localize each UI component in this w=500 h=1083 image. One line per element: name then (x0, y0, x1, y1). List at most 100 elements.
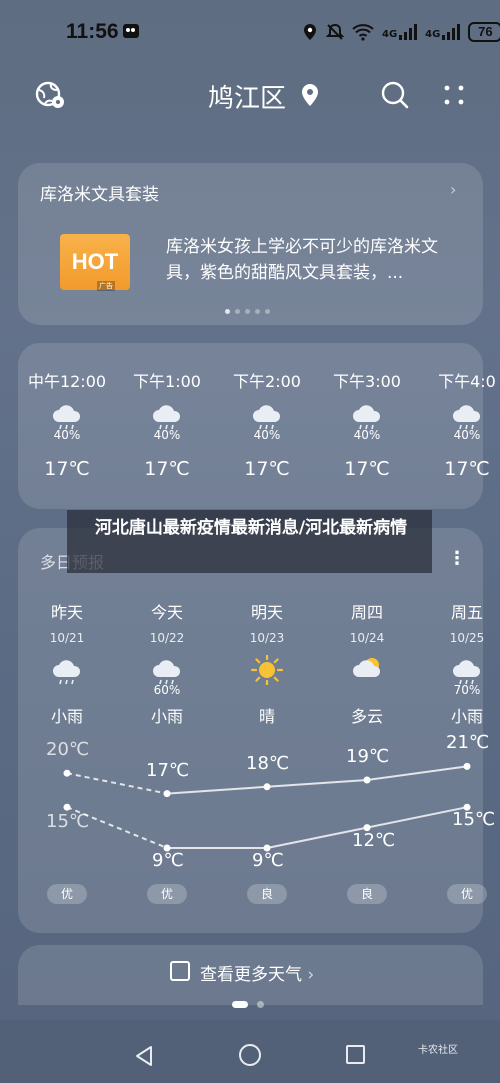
chevron-right-icon[interactable]: › (450, 180, 456, 199)
aqi-badge: 优 (447, 884, 487, 904)
cloud-rain-icon (353, 405, 381, 430)
wifi-icon (352, 24, 374, 41)
low-temp-label: 15℃ (46, 811, 90, 833)
cloud-rain-icon (453, 405, 481, 430)
location-pin-icon[interactable] (298, 82, 322, 108)
wechat-icon (123, 24, 139, 38)
daily-item[interactable]: 周四 10/24 多云 (317, 599, 417, 727)
day-precip: 70% (453, 683, 481, 697)
ad-image[interactable]: HOT (60, 234, 130, 290)
hour-time: 下午2:00 (233, 372, 301, 391)
day-name: 昨天 (50, 603, 83, 622)
day-date: 10/24 (349, 631, 385, 645)
battery-indicator: 76 (468, 22, 500, 42)
cloud-rain-icon (53, 660, 81, 685)
hour-temp: 17℃ (444, 458, 490, 480)
hour-time: 下午3:00 (333, 372, 401, 391)
day-date: 10/25 (449, 631, 485, 645)
day-condition: 晴 (258, 707, 275, 726)
day-weather (417, 655, 500, 685)
day-precip (17, 683, 117, 697)
city-name[interactable]: 鸠江区 (208, 78, 286, 115)
hour-precip: 40% (453, 428, 481, 442)
signal-bars-icon (399, 24, 418, 40)
hour-weather (317, 400, 417, 430)
hour-temp: 17℃ (344, 458, 390, 480)
cloud-rain-icon (153, 405, 181, 430)
day-condition: 小雨 (150, 707, 183, 726)
home-icon[interactable] (239, 1044, 261, 1066)
hourly-item: 下午2:00 40% 17℃ (217, 368, 317, 480)
hour-weather (17, 400, 117, 430)
hour-temp: 17℃ (144, 458, 190, 480)
status-time: 11:56 (66, 20, 119, 43)
back-icon[interactable] (133, 1045, 155, 1067)
daily-item[interactable]: 昨天 10/21 小雨 (17, 599, 117, 727)
daily-more-icon[interactable]: ⋮ (448, 548, 466, 569)
more-weather-link[interactable]: 查看更多天气 › (200, 960, 314, 985)
low-temp-label: 9℃ (252, 850, 284, 871)
hourly-item: 下午4:0 40% 17℃ (417, 368, 500, 480)
aqi-badge: 良 (347, 884, 387, 904)
day-condition: 小雨 (50, 707, 83, 726)
hour-temp: 17℃ (44, 458, 90, 480)
globe-settings-icon[interactable] (35, 80, 65, 110)
low-temp-label: 12℃ (352, 829, 396, 851)
day-weather (317, 655, 417, 683)
day-date: 10/23 (249, 631, 285, 645)
sun-icon (250, 653, 284, 687)
hour-time: 下午1:00 (133, 372, 201, 391)
cloud-rain-icon (153, 660, 181, 685)
aqi-badge: 优 (147, 884, 187, 904)
hour-time: 下午4:0 (438, 372, 496, 391)
recent-apps-icon[interactable] (346, 1045, 365, 1064)
ad-description[interactable]: 库洛米女孩上学必不可少的库洛米文具，紫色的甜酷风文具套装，... (166, 234, 466, 286)
ad-title[interactable]: 库洛米文具套装 (40, 180, 159, 205)
watermark: 卡农社区 (418, 1045, 458, 1056)
signal-2: 4G (425, 24, 461, 40)
daily-item[interactable]: 明天 10/23 晴 (217, 599, 317, 727)
low-temp-label: 9℃ (152, 850, 184, 871)
high-temp-label: 17℃ (146, 759, 190, 781)
hour-time: 中午12:00 (27, 372, 107, 391)
cloud-rain-icon (453, 660, 481, 685)
day-precip: 60% (153, 683, 181, 697)
hour-precip: 40% (153, 428, 181, 442)
hour-weather (117, 400, 217, 430)
day-name: 周四 (350, 603, 383, 622)
calendar-icon (170, 961, 190, 981)
high-temp-label: 20℃ (46, 739, 90, 761)
day-condition: 小雨 (450, 707, 483, 726)
ad-tag: 广告 (97, 281, 115, 291)
high-temp-label: 18℃ (246, 752, 290, 774)
status-icons: 4G 4G 76 (302, 20, 500, 44)
daily-forecast-card[interactable] (18, 528, 483, 933)
hour-precip: 40% (253, 428, 281, 442)
page-indicator (232, 1001, 264, 1008)
day-date: 10/21 (49, 631, 85, 645)
day-name: 今天 (150, 603, 183, 622)
aqi-badge: 优 (47, 884, 87, 904)
high-temp-label: 21℃ (446, 732, 490, 754)
hour-precip: 40% (353, 428, 381, 442)
hourly-item: 下午3:00 40% 17℃ (317, 368, 417, 480)
daily-item[interactable]: 今天 10/22 60% 小雨 (117, 599, 217, 727)
day-weather (217, 653, 317, 687)
hour-precip: 40% (53, 428, 81, 442)
location-icon (304, 24, 316, 40)
cloud-rain-icon (253, 405, 281, 430)
day-name: 明天 (250, 603, 283, 622)
hour-weather (217, 400, 317, 430)
search-icon[interactable] (380, 80, 410, 110)
high-temp-label: 19℃ (346, 746, 390, 767)
day-condition: 多云 (350, 707, 383, 726)
daily-item[interactable]: 周五 10/25 70% 小雨 (417, 599, 500, 727)
day-date: 10/22 (149, 631, 185, 645)
hourly-item: 中午12:00 40% 17℃ (17, 368, 117, 480)
low-temp-label: 15℃ (452, 809, 496, 831)
cloud-rain-icon (53, 405, 81, 430)
carousel-dots (225, 309, 270, 314)
day-weather (117, 655, 217, 685)
more-options-icon[interactable] (442, 84, 466, 106)
day-precip (317, 683, 417, 697)
